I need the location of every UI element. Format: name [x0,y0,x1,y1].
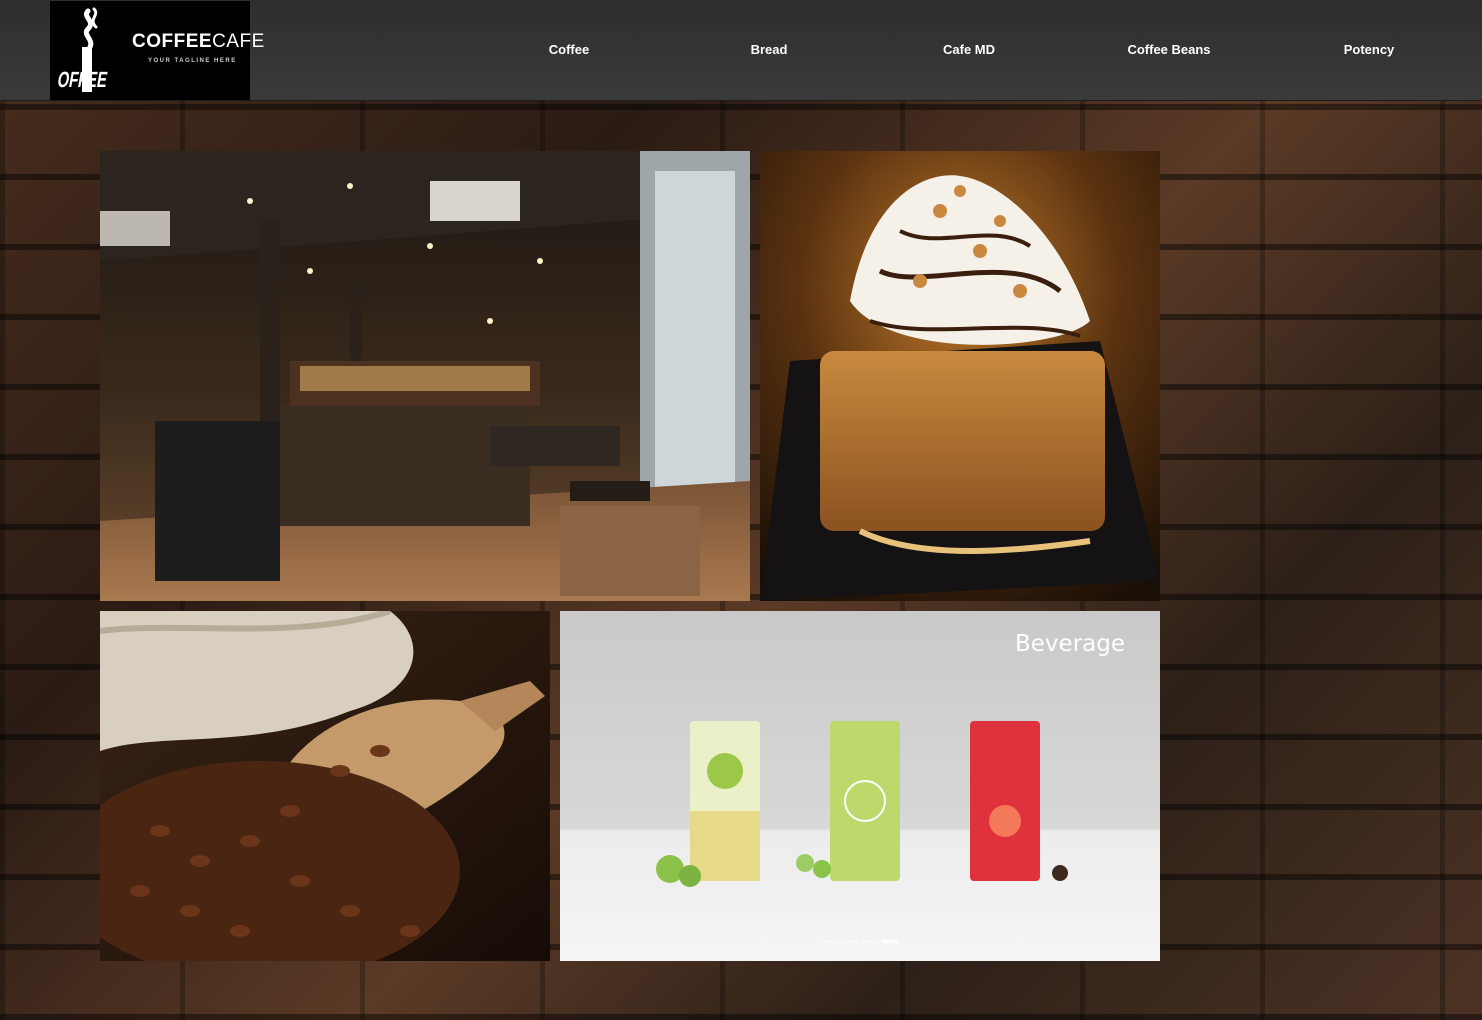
slider-dot-1[interactable] [822,940,838,943]
coffee-beans-image[interactable] [100,611,550,961]
brand-tagline: YOUR TAGLINE HERE [148,58,237,64]
nav-item-cafe-md[interactable]: Cafe MD [943,42,995,57]
nav-item-bread[interactable]: Bread [751,42,788,57]
brand-name: COFFEECAFE [132,31,265,52]
beverage-title: Beverage [1015,631,1125,657]
slider-dot-3[interactable] [862,940,878,943]
nav-item-coffee[interactable]: Coffee [549,42,589,57]
logo-mark-text: COFFEE [58,67,109,92]
honey-bread-image[interactable] [760,151,1160,601]
top-navigation-bar: COFFEE COFFEECAFE YOUR TAGLINE HERE Coff… [0,0,1482,101]
coffee-cup-logo-icon: COFFEE [58,7,109,92]
beverage-image[interactable]: Beverage [560,611,1160,961]
site-logo[interactable]: COFFEE COFFEECAFE YOUR TAGLINE HERE [50,1,264,100]
slider-dot-4[interactable] [882,940,898,943]
slider-dot-2[interactable] [842,940,858,943]
nav-item-coffee-beans[interactable]: Coffee Beans [1127,42,1210,57]
nav-item-potency[interactable]: Potency [1344,42,1395,57]
cafe-interior-image[interactable] [100,151,750,601]
